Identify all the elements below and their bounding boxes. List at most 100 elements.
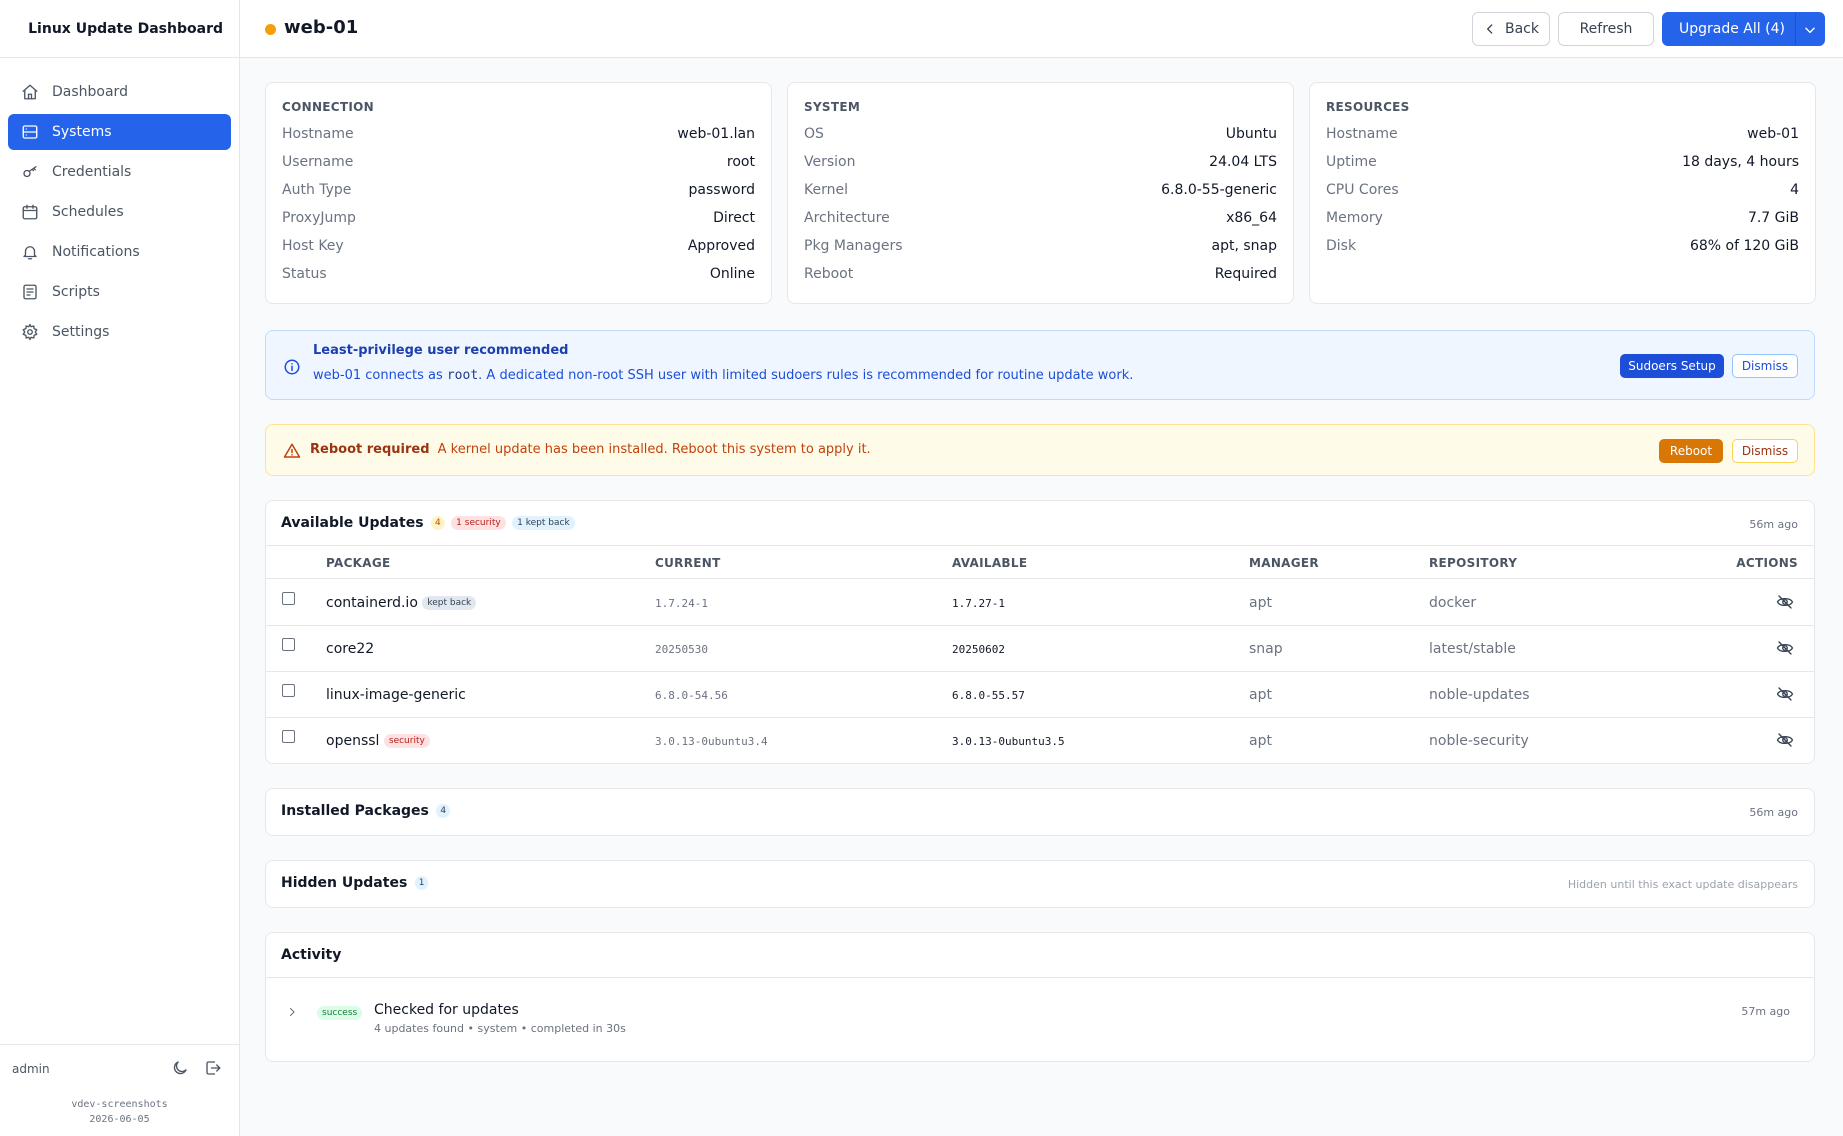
kept-back-tag: kept back (422, 596, 477, 610)
least-privilege-banner: Least-privilege user recommended web-01 … (265, 330, 1815, 400)
current-version: 6.8.0-54.56 (655, 689, 728, 702)
sidebar-item-systems[interactable]: Systems (8, 114, 231, 150)
card-heading: CONNECTION (282, 100, 374, 114)
repository: latest/stable (1429, 641, 1516, 657)
info-value: password (688, 182, 755, 198)
eye-off-icon[interactable] (1776, 731, 1794, 749)
package-label: openssl (326, 733, 380, 749)
eye-off-icon[interactable] (1776, 593, 1794, 611)
info-value: 24.04 LTS (1209, 154, 1277, 170)
dismiss-privilege-button[interactable]: Dismiss (1732, 354, 1798, 378)
sidebar-item-credentials[interactable]: Credentials (8, 154, 231, 190)
eye-off-icon[interactable] (1776, 685, 1794, 703)
installed-header: Installed Packages 4 (281, 803, 451, 819)
section-title: Installed Packages (281, 803, 429, 819)
build-version-line: vdev-screenshots (71, 1099, 168, 1110)
sidebar-item-schedules[interactable]: Schedules (8, 194, 231, 230)
script-icon (23, 284, 37, 300)
column-header-actions: ACTIONS (1736, 556, 1798, 570)
activity-title: Checked for updates (374, 1002, 519, 1018)
package-name: containerd.io kept back (326, 595, 477, 611)
installed-packages-section[interactable]: Installed Packages 4 56m ago (265, 788, 1815, 836)
page-title: web-01 (284, 17, 359, 38)
logout-icon[interactable] (204, 1059, 222, 1077)
info-row: Version 24.04 LTS (804, 154, 1277, 182)
chevron-down-icon[interactable] (1803, 23, 1817, 37)
package-name: core22 (326, 641, 375, 657)
table-row: linux-image-generic 6.8.0-54.56 6.8.0-55… (266, 672, 1814, 718)
sidebar-item-settings[interactable]: Settings (8, 314, 231, 350)
info-row: Uptime 18 days, 4 hours (1326, 154, 1799, 182)
updates-count-badge: 4 (430, 516, 445, 530)
info-label: Kernel (804, 182, 848, 198)
row-checkbox[interactable] (282, 592, 295, 605)
banner-message: web-01 connects as root. A dedicated non… (313, 368, 1133, 383)
sidebar-item-label: Dashboard (52, 84, 128, 100)
activity-card: Activity success Checked for updates 4 u… (265, 932, 1815, 1062)
sidebar-item-scripts[interactable]: Scripts (8, 274, 231, 310)
info-label: Username (282, 154, 354, 170)
sidebar-item-label: Settings (52, 324, 110, 340)
available-version: 1.7.27-1 (952, 597, 1005, 610)
banner-title: Reboot required (310, 442, 430, 457)
host-status-dot (265, 24, 276, 35)
dismiss-reboot-button[interactable]: Dismiss (1732, 439, 1798, 463)
info-value: 7.7 GiB (1747, 210, 1799, 226)
eye-off-icon[interactable] (1776, 639, 1794, 657)
info-row: Hostname web-01 (1326, 126, 1799, 154)
connection-card: CONNECTION Hostname web-01.lan Username ro… (265, 82, 772, 304)
table-row: openssl security 3.0.13-0ubuntu3.4 3.0.1… (266, 718, 1814, 764)
column-header-current: CURRENT (655, 556, 721, 570)
banner-text: web-01 connects as (313, 368, 447, 383)
brand: Linux Update Dashboard (0, 0, 239, 58)
column-header-package: PACKAGE (326, 556, 391, 570)
info-value: web-01.lan (677, 126, 755, 142)
info-value: Approved (687, 238, 755, 254)
moon-icon[interactable] (171, 1059, 189, 1077)
info-label: Version (804, 154, 856, 170)
info-value: Ubuntu (1225, 126, 1277, 142)
info-value: apt, snap (1211, 238, 1278, 254)
package-name: openssl security (326, 733, 430, 749)
available-version: 20250602 (952, 643, 1005, 656)
upgrade-all-button[interactable]: Upgrade All (4) (1662, 12, 1825, 46)
info-label: OS (804, 126, 824, 142)
hidden-count-badge: 1 (414, 876, 429, 890)
package-manager: apt (1249, 687, 1272, 703)
kept-back-badge: 1 kept back (512, 516, 575, 530)
info-row: Pkg Managers apt, snap (804, 238, 1277, 266)
activity-entry[interactable]: success Checked for updates 4 updates fo… (266, 978, 1814, 1062)
activity-time: 57m ago (1741, 1005, 1790, 1018)
security-badge: 1 security (451, 516, 506, 530)
sidebar-item-dashboard[interactable]: Dashboard (8, 74, 231, 110)
row-checkbox[interactable] (282, 684, 295, 697)
sudoers-setup-button[interactable]: Sudoers Setup (1620, 354, 1724, 378)
banner-text: . A dedicated non-root SSH user with lim… (478, 368, 1134, 383)
section-title: Available Updates (281, 515, 424, 531)
bell-icon (23, 246, 37, 260)
info-label: Architecture (804, 210, 890, 226)
table-row: containerd.io kept back 1.7.24-1 1.7.27-… (266, 580, 1814, 626)
user-code: root (446, 368, 479, 383)
row-checkbox[interactable] (282, 730, 295, 743)
available-updates-card: Available Updates 4 1 security 1 kept ba… (265, 500, 1815, 764)
row-checkbox[interactable] (282, 638, 295, 651)
info-row: Reboot Required (804, 266, 1277, 294)
table-header: PACKAGE CURRENT AVAILABLE MANAGER REPOSI… (266, 545, 1814, 579)
card-heading: SYSTEM (804, 100, 861, 114)
sidebar-item-notifications[interactable]: Notifications (8, 234, 231, 270)
reboot-button[interactable]: Reboot (1659, 439, 1723, 463)
info-label: Reboot (804, 266, 854, 282)
sidebar: Linux Update Dashboard Dashboard Systems… (0, 0, 240, 1136)
sidebar-nav: Dashboard Systems Credentials Schedules … (0, 58, 239, 370)
key-icon (23, 166, 37, 178)
refresh-button[interactable]: Refresh (1558, 12, 1654, 46)
info-value: Required (1214, 266, 1277, 282)
chevron-right-icon[interactable] (286, 1006, 298, 1018)
repository: noble-updates (1429, 687, 1530, 703)
hidden-updates-section[interactable]: Hidden Updates 1 Hidden until this exact… (265, 860, 1815, 908)
back-button[interactable]: Back (1472, 12, 1550, 46)
last-checked: 56m ago (1749, 806, 1798, 819)
banner-text: A kernel update has been installed. Rebo… (437, 442, 871, 457)
last-checked: 56m ago (1749, 518, 1798, 531)
